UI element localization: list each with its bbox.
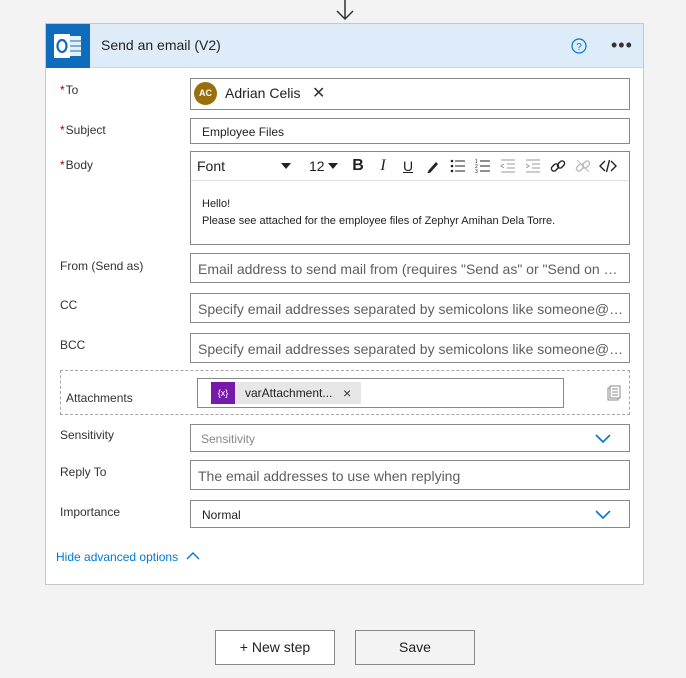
required-marker: * [60, 83, 65, 97]
required-marker: * [60, 158, 65, 172]
chevron-down-icon[interactable] [281, 163, 291, 169]
subject-field[interactable]: Employee Files [190, 118, 630, 144]
to-label-text: To [65, 83, 79, 97]
importance-value: Normal [202, 508, 241, 522]
reply-to-label: Reply To [60, 465, 107, 479]
help-icon[interactable]: ? [571, 38, 587, 54]
chevron-down-icon[interactable] [595, 433, 611, 445]
bulleted-list-icon[interactable] [449, 157, 467, 175]
cc-label: CC [60, 298, 78, 312]
action-title: Send an email (V2) [101, 37, 221, 53]
body-label-text: Body [65, 158, 94, 172]
dynamic-content-token[interactable]: {x} varAttachment... × [211, 382, 361, 404]
bcc-field[interactable]: Specify email addresses separated by sem… [190, 333, 630, 363]
chevron-down-icon[interactable] [595, 509, 611, 521]
body-line-1: Hello! [202, 198, 231, 210]
outlook-icon [46, 24, 90, 68]
bcc-label: BCC [60, 338, 86, 352]
sensitivity-placeholder: Sensitivity [201, 432, 256, 446]
body-content[interactable]: Hello! Please see attached for the emplo… [202, 194, 555, 228]
recipient-name: Adrian Celis [225, 85, 301, 101]
subject-label-text: Subject [65, 123, 106, 137]
code-view-icon[interactable] [599, 157, 617, 175]
save-button[interactable]: Save [355, 630, 475, 665]
action-header[interactable]: Send an email (V2) ? ••• [46, 24, 643, 68]
remove-token-icon[interactable]: × [343, 385, 351, 401]
body-line-2: Please see attached for the employee fil… [202, 215, 556, 227]
subject-value: Employee Files [202, 125, 285, 139]
sensitivity-dropdown[interactable]: Sensitivity [190, 424, 630, 452]
from-label: From (Send as) [60, 259, 144, 273]
variable-icon: {x} [211, 382, 235, 404]
body-editor[interactable]: Font 12 B I U 123 Hello! Please see atta… [190, 151, 630, 245]
decrease-indent-icon[interactable] [499, 157, 517, 175]
hide-advanced-options-link[interactable]: Hide advanced options [56, 550, 200, 564]
required-marker: * [60, 123, 65, 137]
cc-placeholder: Specify email addresses separated by sem… [198, 301, 624, 317]
unlink-icon[interactable] [574, 157, 592, 175]
cc-field[interactable]: Specify email addresses separated by sem… [190, 293, 630, 323]
svg-text:?: ? [576, 42, 582, 53]
sensitivity-label: Sensitivity [60, 428, 115, 442]
numbered-list-icon[interactable]: 123 [474, 157, 492, 175]
link-icon[interactable] [549, 157, 567, 175]
to-field[interactable]: AC Adrian Celis ✕ [190, 78, 630, 110]
reply-to-placeholder: The email addresses to use when replying [198, 468, 461, 484]
body-label: *Body [60, 158, 93, 172]
remove-recipient-icon[interactable]: ✕ [312, 83, 325, 103]
highlight-pen-icon[interactable] [424, 157, 442, 175]
increase-indent-icon[interactable] [524, 157, 542, 175]
reply-to-field[interactable]: The email addresses to use when replying [190, 460, 630, 490]
attachments-label: Attachments [66, 391, 133, 405]
rich-text-toolbar: Font 12 B I U 123 [191, 152, 629, 181]
from-placeholder: Email address to send mail from (require… [198, 261, 624, 277]
attachments-section: Attachments {x} varAttachment... × [60, 370, 630, 415]
underline-button[interactable]: U [399, 157, 417, 175]
hide-advanced-options-label: Hide advanced options [56, 550, 179, 564]
importance-label: Importance [60, 505, 121, 519]
svg-text:3: 3 [475, 169, 478, 175]
italic-button[interactable]: I [374, 157, 392, 175]
attachments-field[interactable]: {x} varAttachment... × [197, 378, 564, 408]
more-options-icon[interactable]: ••• [611, 36, 633, 54]
to-label: *To [60, 83, 78, 97]
send-email-action-card: Send an email (V2) ? ••• *To AC Adrian C… [45, 23, 644, 585]
subject-label: *Subject [60, 123, 106, 137]
chevron-up-icon [186, 552, 200, 560]
array-input-toggle-icon[interactable] [606, 385, 622, 401]
token-label: varAttachment... [245, 386, 333, 400]
font-size-dropdown[interactable]: 12 [309, 158, 325, 174]
chevron-down-icon[interactable] [328, 163, 338, 169]
bcc-placeholder: Specify email addresses separated by sem… [198, 341, 624, 357]
bold-button[interactable]: B [349, 157, 367, 175]
arrow-down-icon [336, 0, 354, 21]
new-step-button[interactable]: + New step [215, 630, 335, 665]
importance-dropdown[interactable]: Normal [190, 500, 630, 528]
avatar: AC [194, 82, 217, 105]
from-field[interactable]: Email address to send mail from (require… [190, 253, 630, 283]
